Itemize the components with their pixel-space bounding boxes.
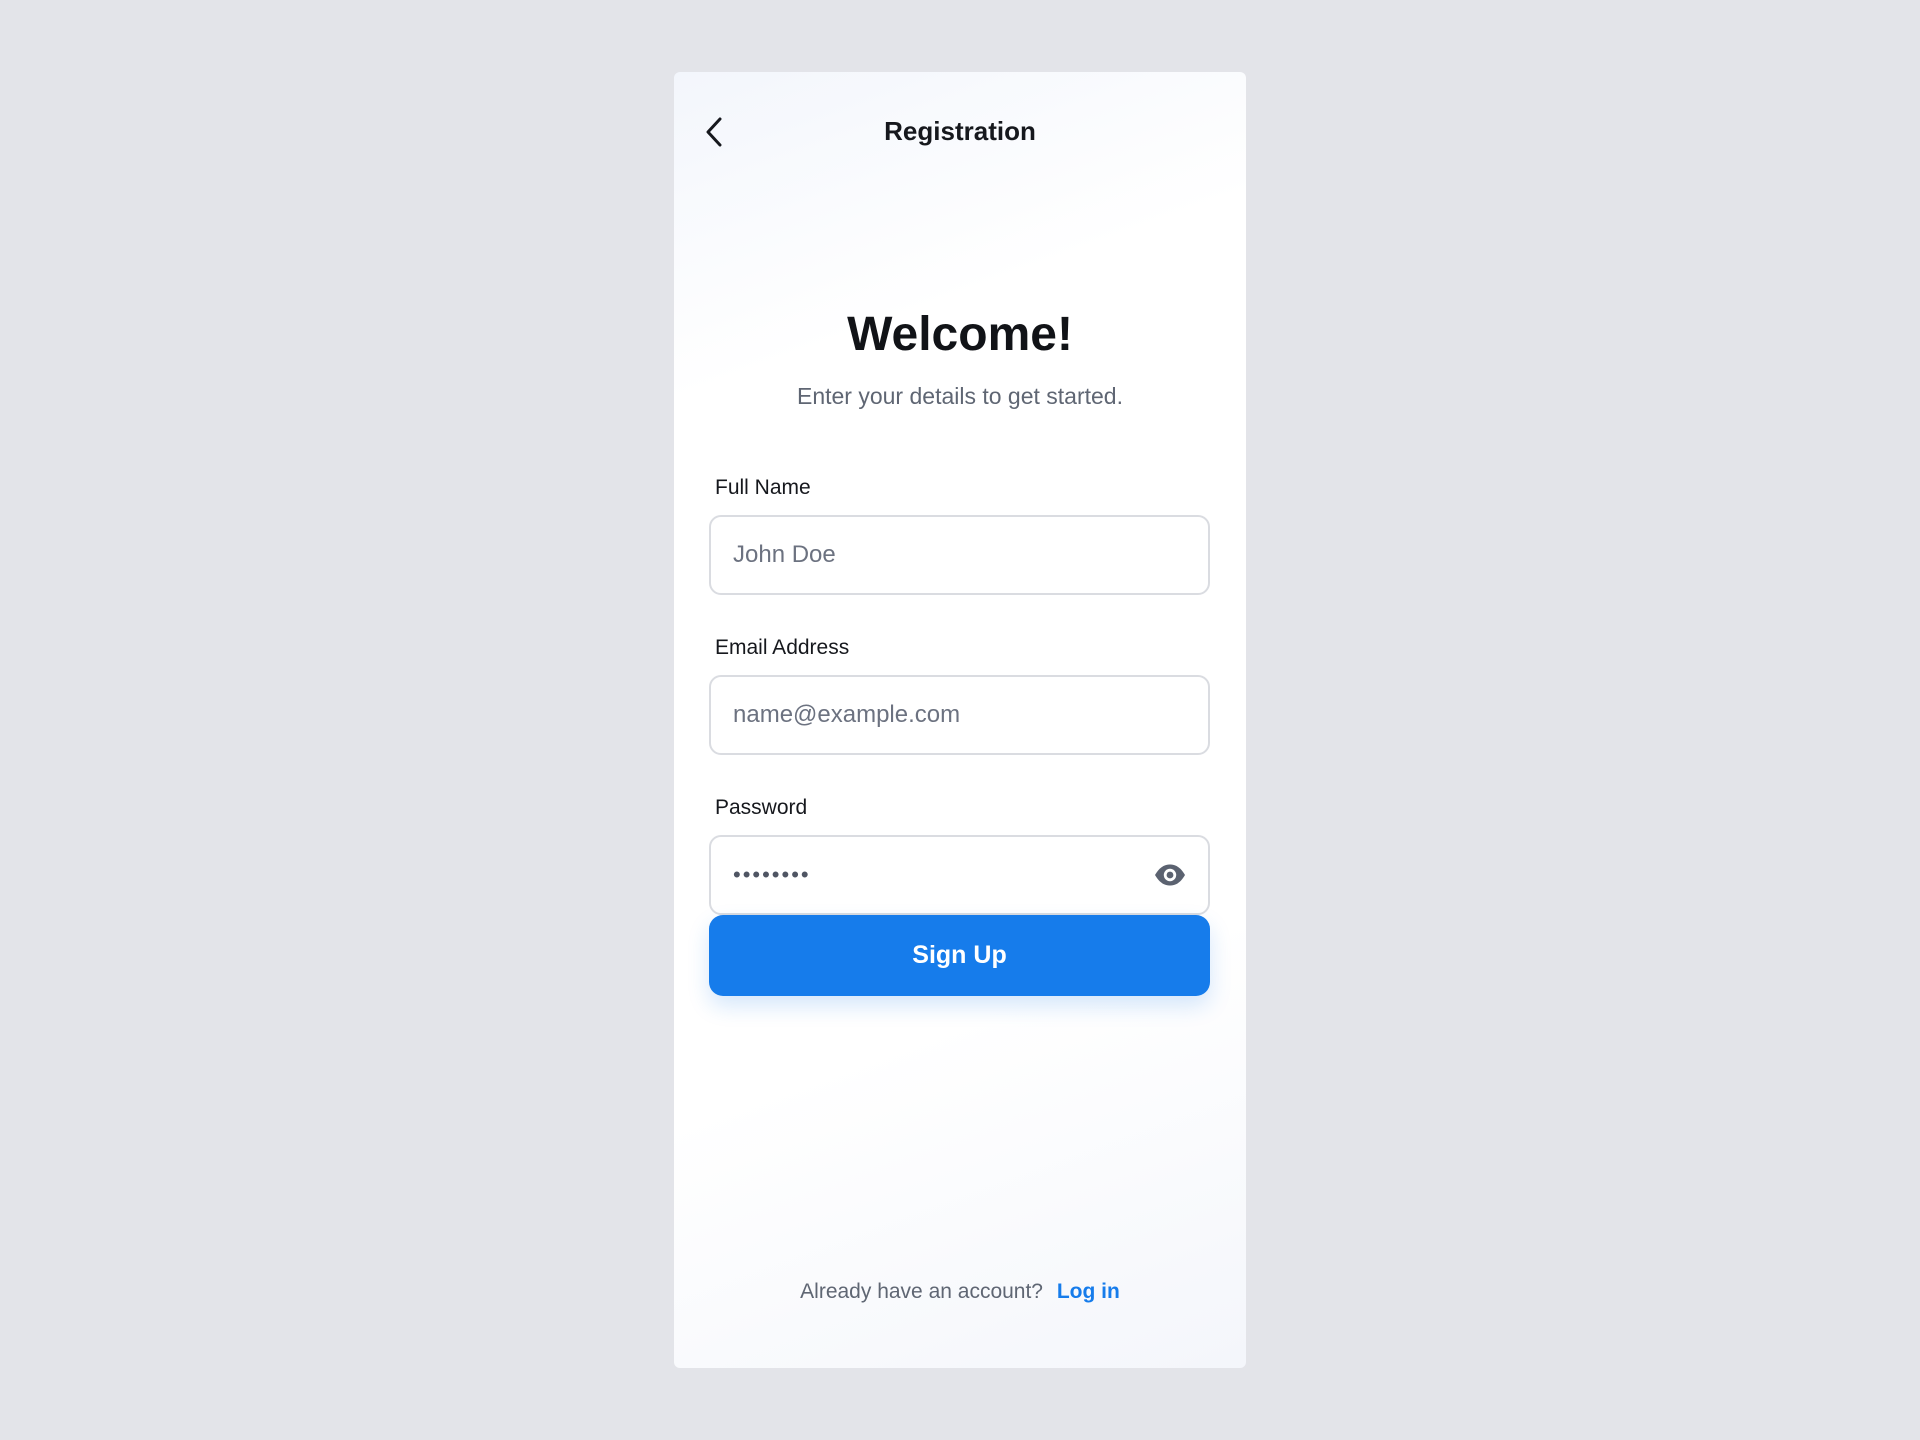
header-title: Registration: [884, 116, 1036, 146]
registration-screen: Registration Welcome! Enter your details…: [674, 72, 1246, 1368]
password-masked-value: ••••••••: [733, 862, 811, 887]
sign-up-button[interactable]: Sign Up: [709, 915, 1210, 996]
email-input[interactable]: [733, 677, 1173, 753]
email-label: Email Address: [715, 636, 850, 659]
log-in-link[interactable]: Log in: [1057, 1280, 1120, 1303]
password-field[interactable]: ••••••••: [709, 835, 1210, 915]
welcome-heading: Welcome!: [847, 308, 1073, 361]
email-field-box: [709, 675, 1210, 755]
login-prompt-text: Already have an account?: [800, 1280, 1043, 1303]
full-name-label: Full Name: [715, 476, 811, 499]
welcome-subheading: Enter your details to get started.: [796, 383, 1123, 409]
header-bar: Registration: [674, 72, 1246, 188]
password-visibility-toggle[interactable]: [1152, 857, 1188, 893]
password-label: Password: [715, 796, 808, 819]
full-name-input[interactable]: [733, 517, 1173, 593]
login-prompt: Already have an account? Log in: [674, 1278, 1246, 1306]
eye-icon: [1155, 864, 1185, 886]
full-name-field-box: [709, 515, 1210, 595]
